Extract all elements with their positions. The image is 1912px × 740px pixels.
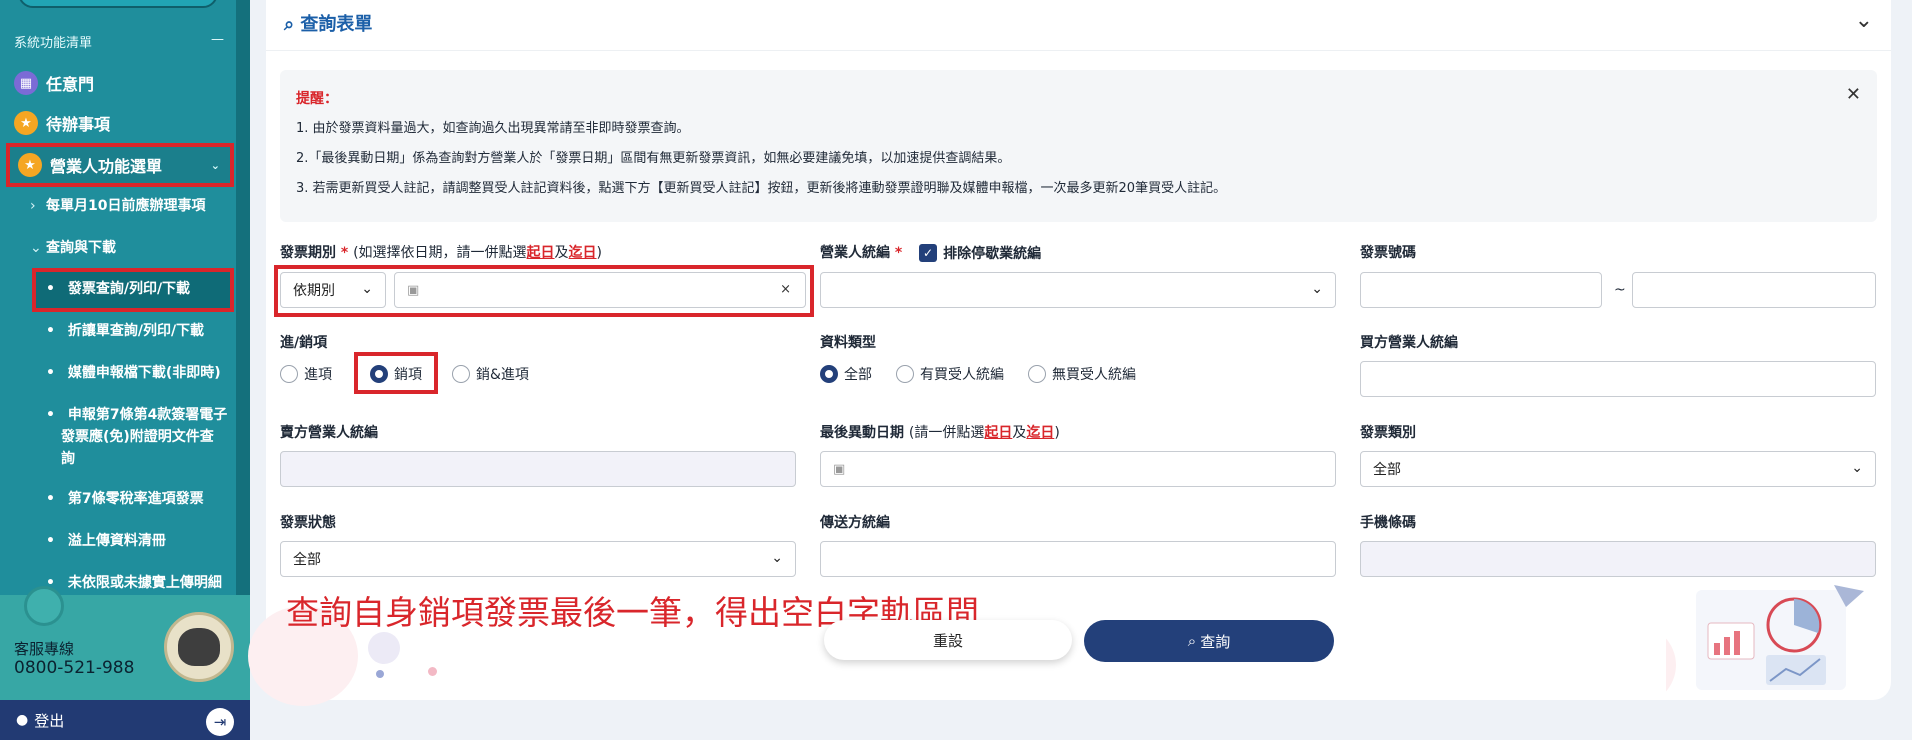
radio-purchase[interactable]: 進項 [280,364,332,384]
buyer-ban-input[interactable] [1360,361,1876,397]
sidebar-item-anydoor[interactable]: ▦ 任意門 [14,67,232,99]
last-change-date-input[interactable]: ▣ [820,451,1336,487]
datatype-label: 資料類型 [820,335,876,351]
sidebar: 系統功能清單 — ▦ 任意門 ★ 待辦事項 ★ 營業人功能選單 ⌄ › 每單月10… [0,0,250,740]
chevron-down-icon: ⌄ [210,158,220,172]
logout-label[interactable]: 登出 [34,710,64,731]
radio-sales[interactable]: 銷項 [370,364,422,384]
inout-label: 進/銷項 [280,335,328,351]
close-icon[interactable]: ✕ [1846,84,1861,105]
invoice-no-label: 發票號碼 [1360,245,1416,261]
sidebar-subitem-invoice-query[interactable]: 發票查詢/列印/下載 [32,268,234,312]
radio-all[interactable]: 全部 [820,364,872,384]
star-icon: ★ [18,153,42,177]
period-type-select[interactable]: 依期別 ⌄ [280,272,386,308]
hotline-number: 0800-521-988 [14,658,135,678]
clear-icon[interactable]: × [780,282,791,297]
user-icon: ● [16,712,29,728]
query-form-card: ⌕ 查詢表單 ⌄ 提醒： 1. 由於發票資料量過大，如查詢過久出現異常請至非即時… [248,0,1891,706]
decor-dot [376,670,384,678]
check-icon: ✓ [919,244,938,262]
seller-ban-label: 賣方營業人統編 [280,425,378,441]
sidebar-section-title: 系統功能清單 — [14,32,224,51]
radio-without-buyer[interactable]: 無買受人統編 [1028,364,1136,384]
collapse-icon[interactable]: — [211,32,224,51]
calendar-icon: ▣ [407,282,420,298]
sidebar-item-business-menu[interactable]: ★ 營業人功能選單 ⌄ [6,143,234,187]
sidebar-search[interactable] [18,0,218,8]
mobile-barcode-input[interactable] [1360,541,1876,577]
sidebar-subitem-zero-tax[interactable]: 第7條零稅率進項發票 [46,488,204,510]
sidebar-scrollbar[interactable] [236,0,250,595]
notice-line: 2.「最後異動日期」係為查詢對方營業人於「發票日期」區間有無更新發票資訊，如無必… [296,151,1011,166]
notice-line: 3. 若需更新買受人註記，請調整買受人註記資料後，點選下方【更新買受人註記】按鈕… [296,181,1227,196]
buyer-ban-label: 買方營業人統編 [1360,335,1458,351]
sender-ban-input[interactable] [820,541,1336,577]
query-button[interactable]: ⌕ 查詢 [1084,620,1334,662]
sidebar-subitem-media-file[interactable]: 媒體申報檔下載(非即時) [46,362,221,384]
sidebar-subitem-monthly[interactable]: › 每單月10日前應辦理事項 [30,195,205,217]
mascot-avatar [164,612,234,682]
decor-circle [368,632,400,664]
notice-box: 提醒： 1. 由於發票資料量過大，如查詢過久出現異常請至非即時發票查詢。 2.「… [280,70,1877,222]
period-date-input[interactable]: ▣ × [394,272,806,308]
sidebar-item-todo[interactable]: ★ 待辦事項 [14,107,232,139]
map-icon: ▦ [14,71,38,95]
status-select[interactable]: 全部 ⌄ [280,541,796,577]
notice-line: 1. 由於發票資料量過大，如查詢過久出現異常請至非即時發票查詢。 [296,121,690,136]
chevron-right-icon: › [30,198,36,214]
sidebar-subitem-allowance[interactable]: 折讓單查詢/列印/下載 [46,320,204,342]
range-separator: ~ [1614,282,1626,298]
decor-circle [24,586,64,626]
ban-select[interactable]: ⌄ [820,272,1336,308]
last-change-label: 最後異動日期 (請一併點選起日及迄日) [820,425,1060,441]
decor-dot [428,667,437,676]
sidebar-subitem-article7-line2[interactable]: 發票應(免)附證明文件查 [61,426,214,448]
sidebar-subitem-query-download[interactable]: ⌄ 查詢與下載 [30,237,116,259]
invoice-no-to-input[interactable] [1632,272,1876,308]
invoice-type-label: 發票類別 [1360,425,1416,441]
inout-radio-group: 進項 銷項 銷&進項 [280,364,553,384]
chart-illustration [1666,585,1864,692]
card-title: ⌕ 查詢表單 [284,14,373,35]
sender-ban-label: 傳送方統編 [820,515,890,531]
reset-button[interactable]: 重設 [824,620,1072,660]
status-label: 發票狀態 [280,515,336,531]
calendar-icon: ▣ [833,461,846,477]
mobile-barcode-label: 手機條碼 [1360,515,1416,531]
sidebar-subitem-article7[interactable]: 申報第7條第4款簽署電子 [46,404,227,426]
chevron-down-icon: ⌄ [361,281,373,297]
star-icon: ★ [14,111,38,135]
period-label: 發票期別 * (如選擇依日期，請一併點選起日及迄日) [280,245,603,261]
exclude-suspended-checkbox[interactable]: ✓ 排除停歇業統編 [907,243,1041,263]
radio-sales-purchase[interactable]: 銷&進項 [452,364,529,384]
datatype-radio-group: 全部 有買受人統編 無買受人統編 [820,364,1160,384]
chevron-down-icon: ⌄ [771,550,783,566]
header-divider [266,50,1891,51]
chevron-down-icon[interactable]: ⌄ [1855,8,1873,33]
radio-with-buyer[interactable]: 有買受人統編 [896,364,1004,384]
chevron-down-icon: ⌄ [1851,460,1863,476]
search-icon: ⌕ [1187,632,1197,650]
sidebar-subitem-article7-line3[interactable]: 詢 [61,448,75,470]
chevron-down-icon: ⌄ [30,240,42,256]
notice-title: 提醒： [296,91,338,107]
ban-label: 營業人統編 * ✓ 排除停歇業統編 [820,243,1042,263]
sidebar-subitem-late-upload[interactable]: 未依限或未據實上傳明細 [46,572,222,594]
invoice-type-select[interactable]: 全部 ⌄ [1360,451,1876,487]
chevron-down-icon: ⌄ [1311,281,1323,297]
search-icon: ⌕ [284,14,295,35]
invoice-no-from-input[interactable] [1360,272,1602,308]
logout-icon[interactable]: ⇥ [206,708,234,736]
seller-ban-input[interactable] [280,451,796,487]
sidebar-subitem-upload-list[interactable]: 溢上傳資料清冊 [46,530,166,552]
logout-bar: ● 登出 ⇥ [0,700,250,740]
hotline-label: 客服專線 [14,640,75,658]
